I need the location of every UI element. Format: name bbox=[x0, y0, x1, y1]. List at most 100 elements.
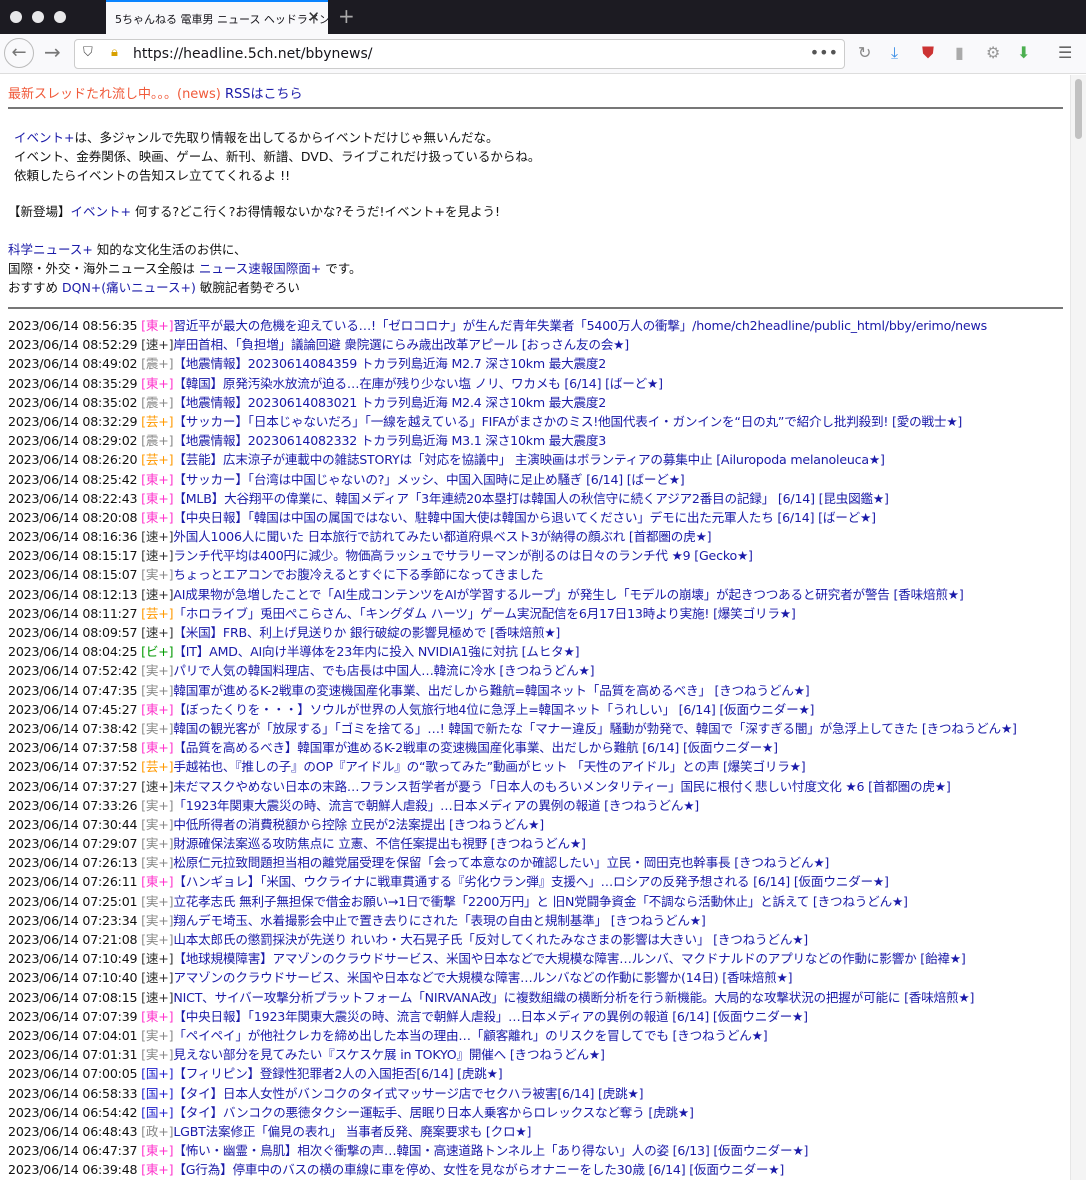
new-tab-button[interactable]: + bbox=[338, 4, 355, 28]
thread-link[interactable]: 【中央日報】「1923年関東大震災の時、流言で朝鮮人虐殺」…日本メディアの異例の… bbox=[173, 1009, 808, 1024]
rss-link[interactable]: RSSはこちら bbox=[225, 87, 303, 102]
category-badge[interactable]: [速+] bbox=[141, 548, 173, 563]
thread-link[interactable]: NICT、サイバー攻撃分析プラットフォーム「NIRVANA改」に複数組織の横断分… bbox=[173, 990, 974, 1005]
category-badge[interactable]: [政+] bbox=[141, 1124, 173, 1139]
browser-tab[interactable]: 5ちゃんねる 電車男 ニュース ヘッドライン ✕ bbox=[106, 0, 328, 34]
insecure-lock-icon[interactable]: 🔒︎ bbox=[111, 45, 118, 60]
category-badge[interactable]: [実+] bbox=[141, 1028, 173, 1043]
category-badge[interactable]: [実+] bbox=[141, 798, 173, 813]
window-maximize-button[interactable] bbox=[54, 11, 66, 23]
thread-link[interactable]: ちょっとエアコンでお腹冷えるとすぐに下る季節になってきました bbox=[173, 567, 543, 582]
thread-link[interactable]: 【怖い・幽霊・鳥肌】相次ぐ衝撃の声…韓国・高速道路トンネル上「あり得ない」人の姿… bbox=[173, 1143, 808, 1158]
thread-link[interactable]: 【地震情報】20230614083021 トカラ列島近海 M2.4 深さ10km… bbox=[173, 395, 606, 410]
thread-link[interactable]: 手越祐也、『推しの子』のOP『アイドル』の“歌ってみた”動画がヒット 「天性のア… bbox=[173, 759, 805, 774]
reload-icon[interactable]: ↻ bbox=[858, 43, 871, 62]
close-icon[interactable]: ✕ bbox=[307, 8, 320, 26]
dqn-link[interactable]: DQN+(痛いニュース+) bbox=[62, 280, 196, 295]
category-badge[interactable]: [速+] bbox=[141, 990, 173, 1005]
category-badge[interactable]: [東+] bbox=[141, 702, 173, 717]
window-close-button[interactable] bbox=[10, 11, 22, 23]
science-news-link[interactable]: 科学ニュース+ bbox=[8, 242, 93, 257]
scrollbar-thumb[interactable] bbox=[1075, 79, 1082, 139]
category-badge[interactable]: [東+] bbox=[141, 740, 173, 755]
thread-link[interactable]: 【地震情報】20230614084359 トカラ列島近海 M2.7 深さ10km… bbox=[173, 356, 606, 371]
category-badge[interactable]: [実+] bbox=[141, 894, 173, 909]
category-badge[interactable]: [震+] bbox=[141, 395, 173, 410]
category-badge[interactable]: [ビ+] bbox=[141, 644, 173, 659]
category-badge[interactable]: [国+] bbox=[141, 1066, 173, 1081]
category-badge[interactable]: [芸+] bbox=[141, 759, 173, 774]
category-badge[interactable]: [芸+] bbox=[141, 606, 173, 621]
category-badge[interactable]: [国+] bbox=[141, 1086, 173, 1101]
category-badge[interactable]: [東+] bbox=[141, 510, 173, 525]
thread-link[interactable]: 【韓国】原発汚染水放流が迫る…在庫が残り少ない塩 ノリ、ワカメも [6/14] … bbox=[173, 376, 663, 391]
thread-link[interactable]: アマゾンのクラウドサービス、米国や日本などで大規模な障害…ルンバなどの作動に影響… bbox=[173, 970, 792, 985]
thread-link[interactable]: 中低所得者の消費税額から控除 立民が2法案提出 [きつねうどん★] bbox=[173, 817, 544, 832]
download-icon[interactable]: ⤓ bbox=[891, 43, 898, 63]
thread-link[interactable]: 「1923年関東大震災の時、流言で朝鮮人虐殺」…日本メディアの異例の報道 [きつ… bbox=[173, 798, 699, 813]
menu-icon[interactable]: ☰ bbox=[1058, 43, 1072, 62]
category-badge[interactable]: [東+] bbox=[141, 472, 173, 487]
category-badge[interactable]: [速+] bbox=[141, 970, 173, 985]
category-badge[interactable]: [実+] bbox=[141, 567, 173, 582]
category-badge[interactable]: [実+] bbox=[141, 721, 173, 736]
category-badge[interactable]: [東+] bbox=[141, 874, 173, 889]
category-badge[interactable]: [実+] bbox=[141, 683, 173, 698]
category-badge[interactable]: [東+] bbox=[141, 318, 173, 333]
thread-link[interactable]: 【G行為】停車中のバスの横の車線に車を停め、女性を見ながらオナニーをした30歳 … bbox=[173, 1162, 784, 1177]
page-actions-menu-icon[interactable]: ••• bbox=[810, 43, 838, 62]
category-badge[interactable]: [東+] bbox=[141, 491, 173, 506]
thread-link[interactable]: 財源確保法案巡る攻防焦点に 立憲、不信任案提出も視野 [きつねうどん★] bbox=[173, 836, 586, 851]
thread-link[interactable]: 立花孝志氏 無利子無担保で借金お願い→1日で衝撃「2200万円」と 旧N党闘争資… bbox=[173, 894, 908, 909]
thread-link[interactable]: 【ぼったくりを・・・】ソウルが世界の人気旅行地4位に急浮上=韓国ネット「うれしい… bbox=[173, 702, 814, 717]
scrollbar[interactable] bbox=[1070, 75, 1086, 1180]
thread-link[interactable]: 【サッカー】「日本じゃないだろ」「一線を越えている」FIFAがまさかのミス!他国… bbox=[173, 414, 962, 429]
thread-link[interactable]: ランチ代平均は400円に減少。物価高ラッシュでサラリーマンが削るのは日々のランチ… bbox=[173, 548, 753, 563]
url-input[interactable]: https://headline.5ch.net/bbynews/ bbox=[133, 46, 372, 62]
thread-link[interactable]: 【地球規模障害】アマゾンのクラウドサービス、米国や日本などで大規模な障害…ルンバ… bbox=[173, 951, 965, 966]
thread-link[interactable]: 【MLB】大谷翔平の偉業に、韓国メディア「3年連続20本塁打は韓国人の秋信守に続… bbox=[173, 491, 889, 506]
window-minimize-button[interactable] bbox=[32, 11, 44, 23]
event-plus-link[interactable]: イベント+ bbox=[14, 130, 74, 145]
category-badge[interactable]: [実+] bbox=[141, 817, 173, 832]
category-badge[interactable]: [速+] bbox=[141, 951, 173, 966]
thread-link[interactable]: 【芸能】広末涼子が連載中の雑誌STORYは「対応を協議中」 主演映画はボランティ… bbox=[173, 452, 885, 467]
category-badge[interactable]: [速+] bbox=[141, 779, 173, 794]
event-plus-link[interactable]: イベント+ bbox=[71, 204, 131, 219]
thread-link[interactable]: 【フィリピン】登録性犯罪者2人の入国拒否[6/14] [虎跳★] bbox=[173, 1066, 502, 1081]
thread-link[interactable]: 【中央日報】「韓国は中国の属国ではない、駐韓中国大使は韓国から退いてください」デ… bbox=[173, 510, 876, 525]
thread-link[interactable]: AI成果物が急増したことで「AI生成コンテンツをAIが学習するループ」が発生し「… bbox=[173, 587, 963, 602]
category-badge[interactable]: [速+] bbox=[141, 529, 173, 544]
thread-link[interactable]: 「ホロライブ」兎田ぺこらさん、「キングダム ハーツ」ゲーム実況配信を6月17日1… bbox=[173, 606, 795, 621]
thread-link[interactable]: 【品質を高めるべき】韓国軍が進めるK-2戦車の変速機国産化事業、出だしから難航 … bbox=[173, 740, 778, 755]
thread-link[interactable]: LGBT法案修正「偏見の表れ」 当事者反発、廃案要求も [クロ★] bbox=[173, 1124, 531, 1139]
thread-link[interactable]: 韓国軍が進めるK-2戦車の変速機国産化事業、出だしから難航=韓国ネット「品質を高… bbox=[173, 683, 809, 698]
category-badge[interactable]: [実+] bbox=[141, 1047, 173, 1062]
download-arrow-icon[interactable]: ⬇ bbox=[1017, 43, 1030, 62]
thread-link[interactable]: 未だマスクやめない日本の末路…フランス哲学者が憂う「日本人のもろいメンタリティー… bbox=[173, 779, 950, 794]
category-badge[interactable]: [実+] bbox=[141, 836, 173, 851]
thread-link[interactable]: 岸田首相、「負担増」議論回避 衆院選にらみ歳出改革アピール [おっさん友の会★] bbox=[173, 337, 629, 352]
forward-button[interactable]: → bbox=[44, 40, 61, 64]
url-bar[interactable]: ⛉ 🔒︎ https://headline.5ch.net/bbynews/ •… bbox=[74, 39, 845, 69]
thread-link[interactable]: 韓国の観光客が「放尿する」「ゴミを捨てる」…! 韓国で新たな「マナー違反」騒動が… bbox=[173, 721, 1017, 736]
category-badge[interactable]: [国+] bbox=[141, 1105, 173, 1120]
thread-link[interactable]: 【ハンギョレ】「米国、ウクライナに戦車貫通する『劣化ウラン弾』支援へ」…ロシアの… bbox=[173, 874, 889, 889]
thread-link[interactable]: 山本太郎氏の懲罰採決が先送り れいわ・大石晃子氏「反対してくれたみなさまの影響は… bbox=[173, 932, 808, 947]
category-badge[interactable]: [速+] bbox=[141, 625, 173, 640]
extension-icon[interactable]: ⚙ bbox=[986, 43, 1000, 62]
category-badge[interactable]: [芸+] bbox=[141, 452, 173, 467]
thread-link[interactable]: 外国人1006人に聞いた 日本旅行で訪れてみたい都道府県ベスト3が納得の顔ぶれ … bbox=[173, 529, 711, 544]
category-badge[interactable]: [東+] bbox=[141, 1162, 173, 1177]
thread-link[interactable]: 翔んデモ埼玉、水着撮影会中止で置き去りにされた「表現の自由と規制基準」 [きつね… bbox=[173, 913, 705, 928]
category-badge[interactable]: [速+] bbox=[141, 587, 173, 602]
category-badge[interactable]: [実+] bbox=[141, 663, 173, 678]
thread-link[interactable]: 【タイ】バンコクの悪徳タクシー運転手、居眠り日本人乗客からロレックスなど奪う [… bbox=[173, 1105, 694, 1120]
thread-link[interactable]: 【米国】FRB、利上げ見送りか 銀行破綻の影響見極めで [香味焙煎★] bbox=[173, 625, 560, 640]
thread-link[interactable]: パリで人気の韓国料理店、でも店長は中国人…韓流に冷水 [きつねうどん★] bbox=[173, 663, 594, 678]
category-badge[interactable]: [東+] bbox=[141, 1009, 173, 1024]
category-badge[interactable]: [東+] bbox=[141, 1143, 173, 1158]
shield-icon[interactable]: ⛉ bbox=[83, 45, 93, 60]
category-badge[interactable]: [実+] bbox=[141, 932, 173, 947]
thread-link[interactable]: 松原仁元拉致問題担当相の離党届受理を保留「会って本意なのか確認したい」立民・岡田… bbox=[173, 855, 829, 870]
